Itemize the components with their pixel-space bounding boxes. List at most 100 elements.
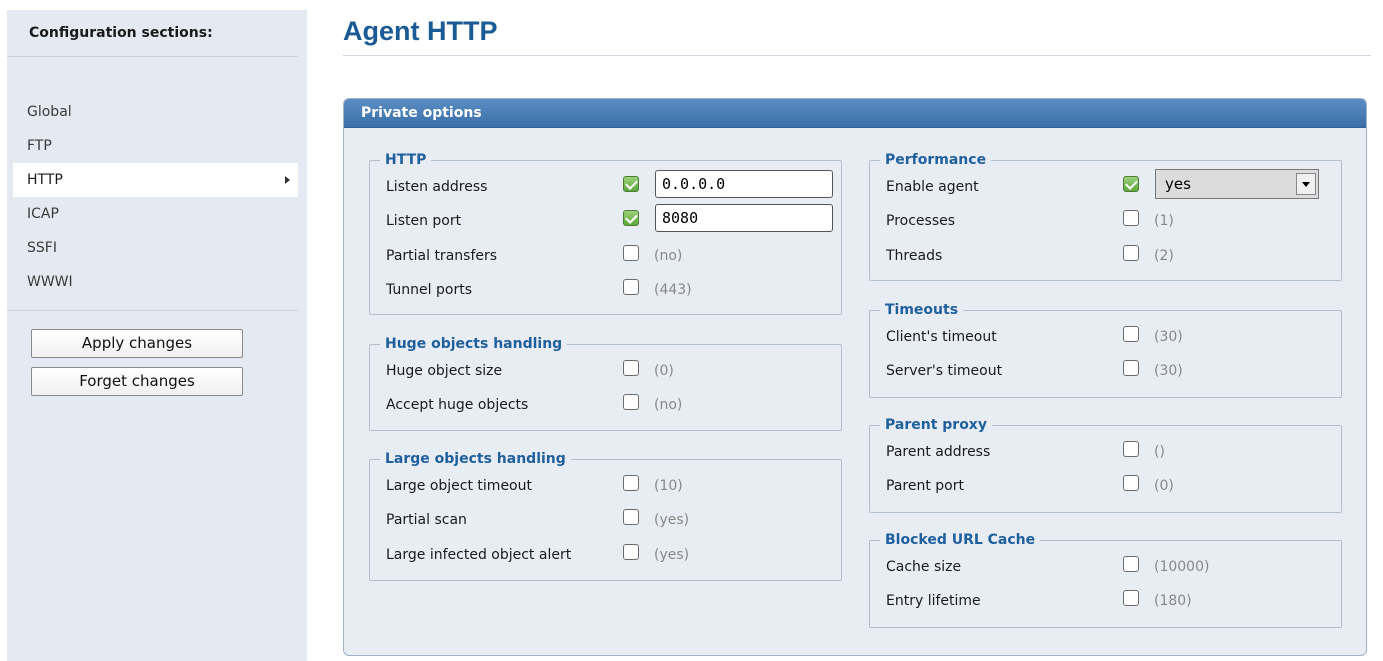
override-checkbox[interactable] (1123, 441, 1139, 457)
group-legend: Huge objects handling (380, 335, 568, 353)
sidebar-header: Configuration sections: (7, 10, 298, 57)
default-value: (10000) (1154, 559, 1210, 575)
group-legend: Parent proxy (880, 416, 992, 434)
page-title: Agent HTTP (343, 16, 498, 46)
option-label: Cache size (886, 559, 962, 575)
group-legend: Timeouts (880, 301, 964, 319)
default-value: (no) (654, 248, 683, 264)
blocked-url-cache-group: Blocked URL Cache Cache size (10000) Ent… (869, 531, 1342, 628)
override-checkbox[interactable] (1123, 590, 1139, 606)
override-checkbox[interactable] (1123, 556, 1139, 572)
option-label: Parent address (886, 444, 991, 460)
sidebar-item-http[interactable]: HTTP (13, 163, 298, 197)
option-label: Parent port (886, 478, 964, 494)
default-value: (2) (1154, 248, 1174, 264)
sidebar-item-ssfi[interactable]: SSFI (7, 231, 298, 265)
default-value: (10) (654, 478, 683, 494)
override-checkbox[interactable] (623, 475, 639, 491)
group-legend: Blocked URL Cache (880, 531, 1041, 549)
default-value: (yes) (654, 512, 690, 528)
sidebar-item-label: Global (27, 104, 72, 120)
apply-changes-button[interactable]: Apply changes (31, 329, 243, 358)
chevron-right-icon (285, 176, 290, 184)
option-row-clients-timeout: Client's timeout (30) (870, 326, 1341, 350)
listen-port-input[interactable] (655, 204, 833, 232)
listen-address-input[interactable] (655, 170, 833, 198)
option-row-parent-port: Parent port (0) (870, 475, 1341, 499)
option-label: Listen address (386, 179, 488, 195)
option-label: Partial scan (386, 512, 467, 528)
huge-objects-group: Huge objects handling Huge object size (… (369, 335, 842, 431)
default-value: (30) (1154, 329, 1183, 345)
parent-proxy-group: Parent proxy Parent address () Parent po… (869, 416, 1342, 513)
option-label: Listen port (386, 213, 462, 229)
option-label: Large object timeout (386, 478, 532, 494)
option-label: Partial transfers (386, 248, 498, 264)
enable-agent-select[interactable]: yes (1155, 169, 1319, 199)
override-checkbox[interactable] (623, 279, 639, 295)
override-checkbox[interactable] (623, 210, 639, 226)
option-label: Enable agent (886, 179, 979, 195)
sidebar-item-global[interactable]: Global (7, 95, 298, 129)
default-value: (no) (654, 397, 683, 413)
override-checkbox[interactable] (1123, 475, 1139, 491)
select-value: yes (1165, 175, 1191, 193)
override-checkbox[interactable] (623, 245, 639, 261)
override-checkbox[interactable] (623, 394, 639, 410)
default-value: () (1154, 444, 1165, 460)
option-row-listen-address: Listen address (370, 170, 841, 200)
default-value: (180) (1154, 593, 1192, 609)
override-checkbox[interactable] (623, 360, 639, 376)
group-legend: Performance (880, 151, 992, 169)
sidebar-item-label: HTTP (27, 172, 63, 188)
default-value: (0) (1154, 478, 1174, 494)
option-row-large-object-timeout: Large object timeout (10) (370, 475, 841, 499)
option-row-partial-scan: Partial scan (yes) (370, 509, 841, 533)
sidebar-item-ftp[interactable]: FTP (7, 129, 298, 163)
option-row-parent-address: Parent address () (870, 441, 1341, 465)
title-divider (343, 55, 1371, 56)
large-objects-group: Large objects handling Large object time… (369, 450, 842, 581)
forget-changes-button[interactable]: Forget changes (31, 367, 243, 396)
option-row-cache-size: Cache size (10000) (870, 556, 1341, 580)
override-checkbox[interactable] (623, 509, 639, 525)
default-value: (443) (654, 282, 692, 298)
sidebar-title: Configuration sections: (29, 25, 213, 41)
option-label: Entry lifetime (886, 593, 981, 609)
override-checkbox[interactable] (623, 176, 639, 192)
option-label: Processes (886, 213, 956, 229)
chevron-down-icon[interactable] (1296, 173, 1316, 195)
override-checkbox[interactable] (1123, 326, 1139, 342)
option-row-large-infected-object-alert: Large infected object alert (yes) (370, 544, 841, 568)
option-label: Tunnel ports (386, 282, 472, 298)
sidebar: Configuration sections: Global FTP HTTP … (7, 10, 307, 661)
sidebar-item-label: WWWI (27, 274, 73, 290)
sidebar-item-wwwi[interactable]: WWWI (7, 265, 298, 299)
option-row-servers-timeout: Server's timeout (30) (870, 360, 1341, 384)
option-label: Huge object size (386, 363, 503, 379)
sidebar-item-label: FTP (27, 138, 52, 154)
override-checkbox[interactable] (1123, 176, 1139, 192)
override-checkbox[interactable] (1123, 245, 1139, 261)
option-row-partial-transfers: Partial transfers (no) (370, 245, 841, 269)
default-value: (0) (654, 363, 674, 379)
option-label: Client's timeout (886, 329, 997, 345)
option-row-listen-port: Listen port (370, 204, 841, 234)
sidebar-item-label: ICAP (27, 206, 59, 222)
timeouts-group: Timeouts Client's timeout (30) Server's … (869, 301, 1342, 398)
private-options-panel: Private options HTTP Listen address List… (343, 98, 1367, 656)
override-checkbox[interactable] (623, 544, 639, 560)
section-nav: Global FTP HTTP ICAP SSFI WWWI (7, 95, 298, 299)
option-label: Large infected object alert (386, 547, 572, 563)
option-label: Threads (886, 248, 943, 264)
group-legend: Large objects handling (380, 450, 571, 468)
option-label: Server's timeout (886, 363, 1003, 379)
panel-title: Private options (361, 105, 482, 121)
override-checkbox[interactable] (1123, 210, 1139, 226)
override-checkbox[interactable] (1123, 360, 1139, 376)
sidebar-divider (7, 310, 298, 311)
sidebar-item-icap[interactable]: ICAP (7, 197, 298, 231)
group-legend: HTTP (380, 151, 432, 169)
option-row-tunnel-ports: Tunnel ports (443) (370, 279, 841, 303)
default-value: (30) (1154, 363, 1183, 379)
